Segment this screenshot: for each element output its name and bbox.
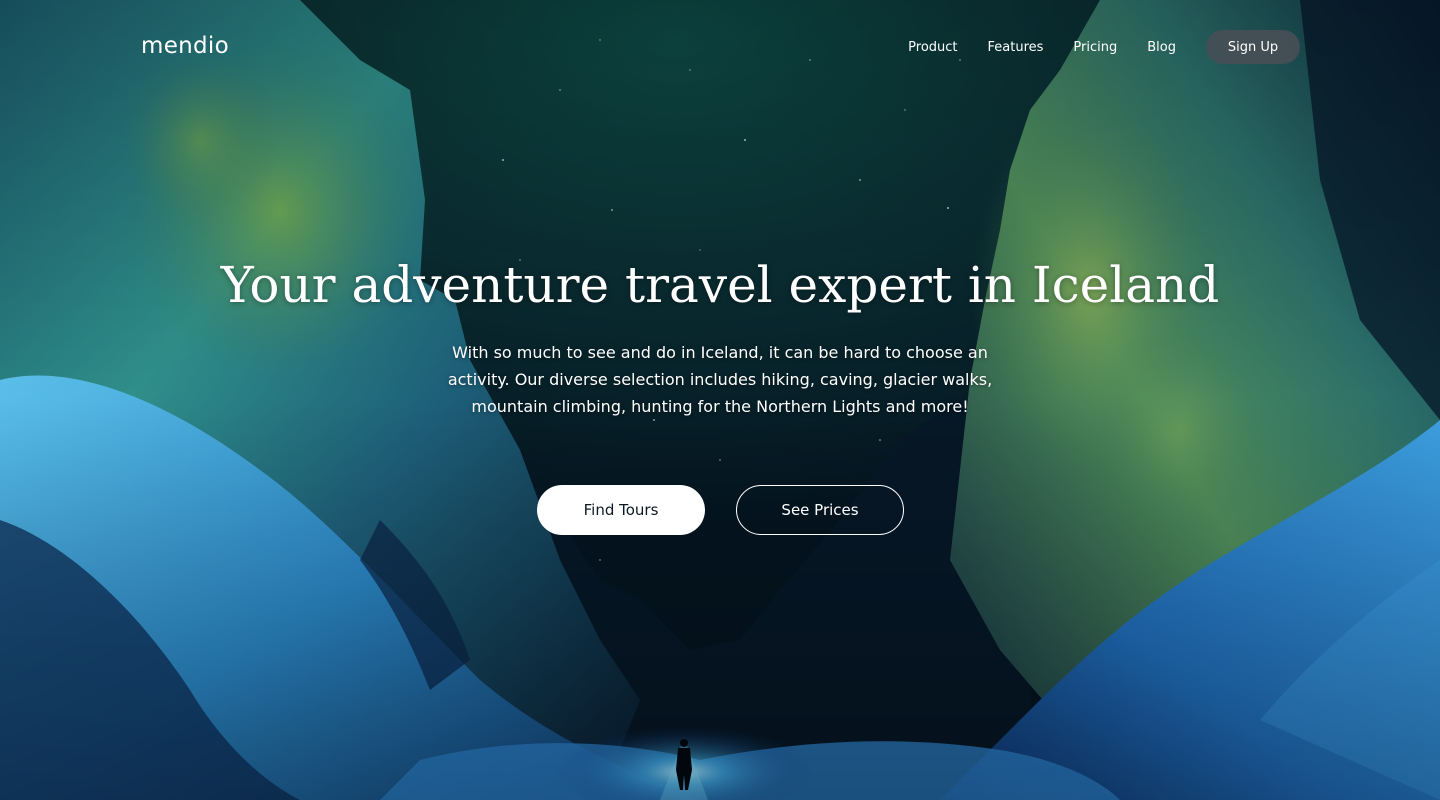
hero-title: Your adventure travel expert in Iceland: [220, 256, 1220, 314]
hero-cta-group: Find Tours See Prices: [537, 485, 904, 535]
hero-section: Your adventure travel expert in Iceland …: [0, 0, 1440, 800]
find-tours-button[interactable]: Find Tours: [537, 485, 705, 535]
see-prices-button[interactable]: See Prices: [736, 485, 904, 535]
hero-subtitle: With so much to see and do in Iceland, i…: [447, 343, 993, 416]
